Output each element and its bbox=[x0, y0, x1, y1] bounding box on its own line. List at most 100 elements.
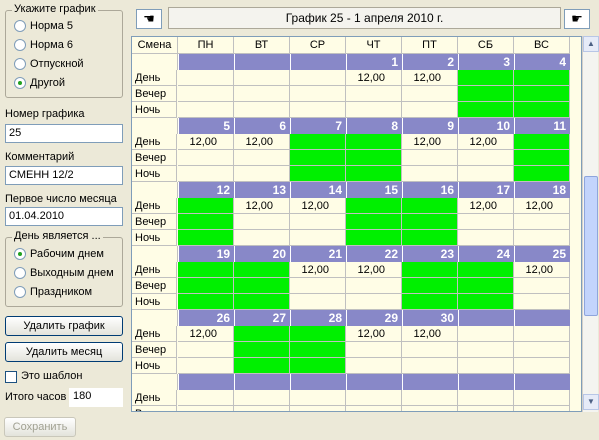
schedule-cell[interactable] bbox=[178, 406, 234, 411]
work-cell[interactable] bbox=[290, 358, 346, 374]
scroll-down-button[interactable]: ▼ bbox=[583, 394, 599, 410]
work-cell[interactable] bbox=[458, 70, 514, 86]
day-type-radio[interactable] bbox=[14, 267, 26, 279]
schedule-cell[interactable] bbox=[402, 166, 458, 182]
schedule-cell[interactable] bbox=[290, 70, 346, 86]
schedule-type-radio[interactable] bbox=[14, 77, 26, 89]
schedule-cell[interactable] bbox=[458, 166, 514, 182]
work-cell[interactable] bbox=[234, 294, 290, 310]
work-cell[interactable] bbox=[346, 230, 402, 246]
work-cell[interactable] bbox=[290, 326, 346, 342]
schedule-cell[interactable] bbox=[458, 230, 514, 246]
schedule-cell[interactable] bbox=[402, 342, 458, 358]
day-type-option[interactable]: Праздником bbox=[14, 284, 92, 300]
work-cell[interactable] bbox=[514, 70, 570, 86]
work-cell[interactable] bbox=[458, 86, 514, 102]
schedule-cell[interactable] bbox=[514, 342, 570, 358]
schedule-cell[interactable] bbox=[346, 294, 402, 310]
schedule-cell[interactable] bbox=[514, 230, 570, 246]
schedule-cell[interactable] bbox=[234, 406, 290, 411]
work-cell[interactable] bbox=[346, 134, 402, 150]
schedule-cell[interactable] bbox=[178, 102, 234, 118]
schedule-type-option[interactable]: Норма 6 bbox=[14, 37, 73, 53]
schedule-cell[interactable] bbox=[178, 342, 234, 358]
template-checkbox[interactable] bbox=[5, 371, 17, 383]
hours-cell[interactable]: 12,00 bbox=[402, 70, 458, 86]
work-cell[interactable] bbox=[178, 230, 234, 246]
work-cell[interactable] bbox=[458, 294, 514, 310]
schedule-type-option[interactable]: Норма 5 bbox=[14, 18, 73, 34]
day-type-radio[interactable] bbox=[14, 248, 26, 260]
work-cell[interactable] bbox=[234, 358, 290, 374]
work-cell[interactable] bbox=[402, 278, 458, 294]
work-cell[interactable] bbox=[290, 150, 346, 166]
schedule-cell[interactable] bbox=[402, 86, 458, 102]
schedule-cell[interactable] bbox=[234, 86, 290, 102]
hours-cell[interactable]: 12,00 bbox=[178, 326, 234, 342]
work-cell[interactable] bbox=[514, 150, 570, 166]
schedule-cell[interactable] bbox=[458, 358, 514, 374]
work-cell[interactable] bbox=[402, 294, 458, 310]
work-cell[interactable] bbox=[178, 198, 234, 214]
schedule-cell[interactable] bbox=[458, 390, 514, 406]
schedule-cell[interactable] bbox=[346, 278, 402, 294]
hours-cell[interactable]: 12,00 bbox=[514, 198, 570, 214]
hours-cell[interactable]: 12,00 bbox=[458, 198, 514, 214]
schedule-cell[interactable] bbox=[402, 102, 458, 118]
schedule-cell[interactable] bbox=[290, 294, 346, 310]
work-cell[interactable] bbox=[514, 86, 570, 102]
scroll-up-button[interactable]: ▲ bbox=[583, 36, 599, 52]
work-cell[interactable] bbox=[402, 230, 458, 246]
schedule-cell[interactable] bbox=[234, 102, 290, 118]
schedule-cell[interactable] bbox=[178, 86, 234, 102]
schedule-cell[interactable] bbox=[178, 166, 234, 182]
schedule-cell[interactable] bbox=[458, 342, 514, 358]
day-type-radio[interactable] bbox=[14, 286, 26, 298]
hours-cell[interactable]: 12,00 bbox=[290, 262, 346, 278]
schedule-cell[interactable] bbox=[178, 150, 234, 166]
delete-month-button[interactable]: Удалить месяц bbox=[5, 342, 123, 362]
schedule-cell[interactable] bbox=[346, 342, 402, 358]
schedule-cell[interactable] bbox=[290, 278, 346, 294]
hours-cell[interactable]: 12,00 bbox=[178, 134, 234, 150]
work-cell[interactable] bbox=[402, 214, 458, 230]
hours-cell[interactable]: 12,00 bbox=[290, 198, 346, 214]
work-cell[interactable] bbox=[458, 278, 514, 294]
schedule-cell[interactable] bbox=[514, 358, 570, 374]
schedule-cell[interactable] bbox=[290, 102, 346, 118]
work-cell[interactable] bbox=[178, 262, 234, 278]
schedule-type-radio[interactable] bbox=[14, 20, 26, 32]
schedule-cell[interactable] bbox=[178, 390, 234, 406]
schedule-cell[interactable] bbox=[290, 214, 346, 230]
schedule-cell[interactable] bbox=[346, 390, 402, 406]
hours-cell[interactable]: 12,00 bbox=[402, 134, 458, 150]
hours-cell[interactable]: 12,00 bbox=[458, 134, 514, 150]
work-cell[interactable] bbox=[234, 342, 290, 358]
hand-pointing-right-icon[interactable]: ☛ bbox=[564, 9, 590, 29]
schedule-cell[interactable] bbox=[234, 150, 290, 166]
schedule-type-radio[interactable] bbox=[14, 58, 26, 70]
schedule-cell[interactable] bbox=[234, 390, 290, 406]
schedule-cell[interactable] bbox=[234, 214, 290, 230]
work-cell[interactable] bbox=[346, 150, 402, 166]
hours-cell[interactable]: 12,00 bbox=[346, 326, 402, 342]
schedule-cell[interactable] bbox=[290, 406, 346, 411]
schedule-cell[interactable] bbox=[458, 406, 514, 411]
schedule-type-option[interactable]: Другой bbox=[14, 75, 65, 91]
schedule-type-radio[interactable] bbox=[14, 39, 26, 51]
work-cell[interactable] bbox=[346, 166, 402, 182]
schedule-cell[interactable] bbox=[346, 358, 402, 374]
schedule-cell[interactable] bbox=[290, 86, 346, 102]
schedule-type-option[interactable]: Отпускной bbox=[14, 56, 84, 72]
work-cell[interactable] bbox=[234, 326, 290, 342]
work-cell[interactable] bbox=[290, 134, 346, 150]
schedule-cell[interactable] bbox=[458, 326, 514, 342]
schedule-cell[interactable] bbox=[514, 406, 570, 411]
work-cell[interactable] bbox=[458, 102, 514, 118]
first-day-field[interactable]: 01.04.2010 bbox=[5, 207, 123, 226]
schedule-cell[interactable] bbox=[234, 166, 290, 182]
work-cell[interactable] bbox=[290, 166, 346, 182]
schedule-cell[interactable] bbox=[402, 358, 458, 374]
work-cell[interactable] bbox=[346, 214, 402, 230]
hours-cell[interactable]: 12,00 bbox=[346, 70, 402, 86]
